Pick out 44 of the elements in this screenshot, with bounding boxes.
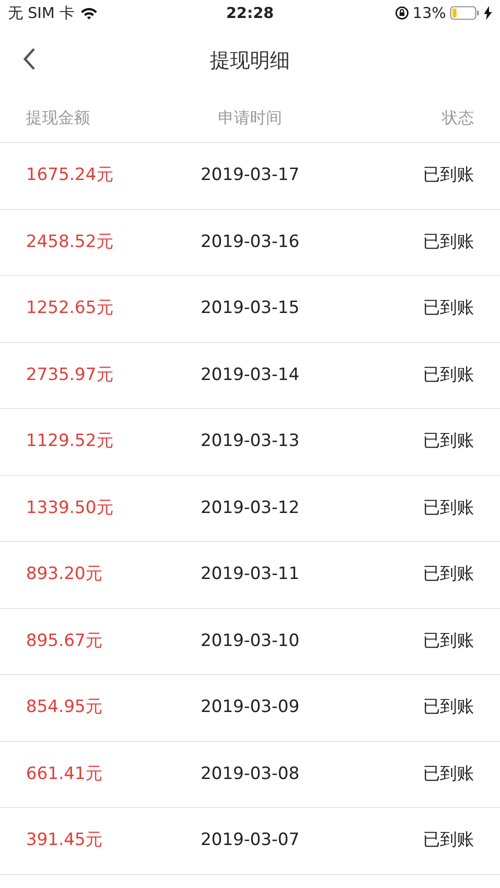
amount-cell-text: 854.95元: [26, 696, 104, 719]
rotation-lock-icon: [394, 6, 409, 20]
date-cell-text: 2019-03-10: [200, 630, 300, 652]
date-cell-text: 2019-03-17: [200, 164, 300, 187]
charging-icon: [484, 6, 492, 20]
status-cell-text: 已到账: [422, 230, 474, 254]
status-cell-text: 已到账: [422, 364, 474, 386]
date-cell-text: 2019-03-11: [200, 563, 300, 586]
battery-icon: [450, 6, 480, 20]
column-header: 状态: [440, 107, 474, 129]
amount-cell-text: 1339.50元: [26, 496, 114, 520]
status-cell-text: 已到账: [422, 496, 474, 520]
amount-cell-text: 661.41元: [26, 762, 104, 786]
date-cell-text: 2019-03-13: [200, 430, 300, 453]
amount-cell-text: 2458.52元: [26, 230, 114, 254]
date-cell-text: 2019-03-09: [200, 696, 300, 719]
date-cell-text: 2019-03-16: [200, 230, 300, 254]
status-cell-text: 已到账: [422, 297, 474, 320]
status-cell-text: 已到账: [422, 164, 474, 187]
clock-text: 22:28: [226, 2, 274, 24]
status-cell-text: 已到账: [422, 762, 474, 786]
date-cell-text: 2019-03-15: [200, 297, 300, 320]
status-cell-text: 已到账: [422, 430, 474, 453]
status-cell-text: 已到账: [422, 630, 474, 652]
date-cell-text: 2019-03-07: [200, 829, 300, 852]
amount-cell-text: 391.45元: [26, 829, 104, 852]
amount-cell-text: 893.20元: [26, 563, 104, 586]
amount-cell-text: 1675.24元: [26, 164, 114, 187]
page-title: 提现明细: [210, 47, 290, 74]
status-cell-text: 已到账: [422, 696, 474, 719]
status-cell-text: 已到账: [422, 829, 474, 852]
battery-percent-text: 13%: [412, 2, 446, 24]
amount-cell-text: 2735.97元: [26, 364, 114, 386]
carrier-text: 无 SIM 卡: [8, 2, 74, 24]
date-cell-text: 2019-03-12: [200, 496, 300, 520]
column-header: 申请时间: [217, 107, 283, 129]
wifi-icon: [80, 6, 98, 20]
date-cell-text: 2019-03-14: [200, 364, 300, 386]
amount-cell-text: 1129.52元: [26, 430, 114, 453]
amount-cell-text: 895.67元: [26, 630, 104, 652]
column-header: 提现金额: [26, 107, 91, 129]
amount-cell-text: 1252.65元: [26, 297, 114, 320]
status-cell-text: 已到账: [422, 563, 474, 586]
date-cell-text: 2019-03-08: [200, 762, 300, 786]
